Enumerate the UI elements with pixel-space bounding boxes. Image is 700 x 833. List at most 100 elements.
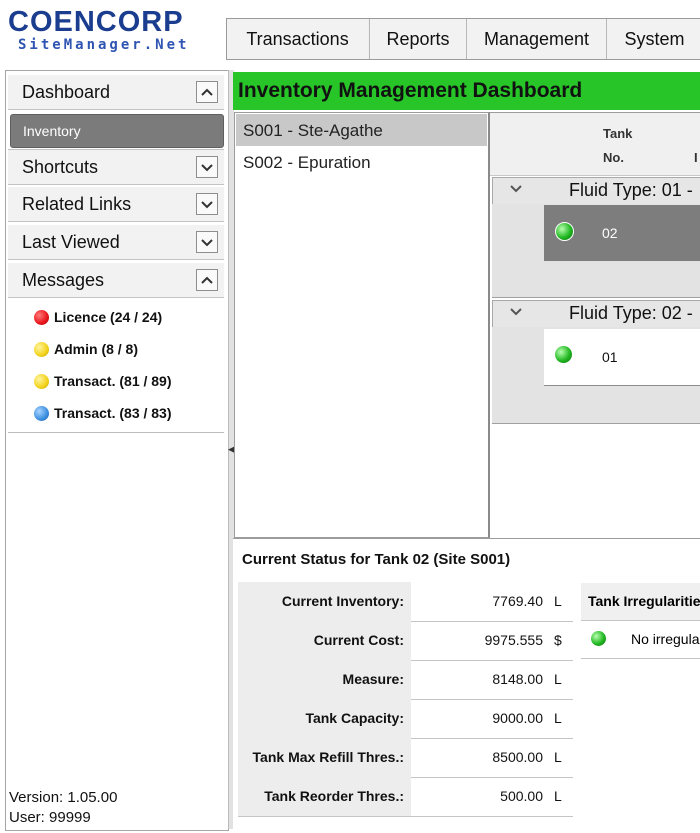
chevron-down-icon[interactable]: [509, 182, 523, 201]
status-dot-icon: [34, 406, 49, 421]
status-row: Measure: 8148.00 L: [238, 660, 573, 700]
column-header-next: I: [694, 150, 698, 165]
irregularities-row[interactable]: No irregularities: [581, 620, 700, 659]
irregularities-header-label: Tank Irregularities: [588, 593, 700, 609]
status-label-cell: Tank Capacity:: [238, 699, 411, 738]
status-row: Tank Reorder Thres.: 500.00 L: [238, 777, 573, 817]
menu-system[interactable]: System: [606, 19, 700, 59]
status-row: Current Inventory: 7769.40 L: [238, 582, 573, 622]
accordion-last-viewed-label: Last Viewed: [22, 232, 120, 252]
grid-header: Tank No. I: [490, 113, 700, 176]
message-label: Licence (24 / 24): [54, 309, 163, 325]
site-label: S001 - Ste-Agathe: [243, 121, 383, 140]
group-header-fluid-01[interactable]: Fluid Type: 01 -: [492, 177, 700, 205]
message-label: Transact. (81 / 89): [54, 373, 172, 389]
sidebar-item-inventory[interactable]: Inventory: [10, 114, 224, 148]
table-row-selected[interactable]: 02: [544, 205, 700, 261]
group-body: 01: [492, 327, 700, 424]
splitter-arrow-icon[interactable]: ◀: [228, 444, 235, 454]
table-row[interactable]: 01: [544, 329, 700, 386]
column-header-no: No.: [603, 150, 624, 165]
dashboard-title-bar: Inventory Management Dashboard: [233, 72, 700, 110]
user-text: User: 99999: [9, 809, 91, 826]
status-label-cell: Current Inventory:: [238, 582, 411, 621]
message-label: Admin (8 / 8): [54, 341, 139, 357]
accordion-last-viewed[interactable]: Last Viewed: [8, 225, 224, 260]
tank-grid: Tank No. I Fluid Type: 01 - 02 Fluid Typ…: [490, 112, 700, 537]
expand-icon[interactable]: [196, 156, 218, 178]
status-panel: Current Status for Tank 02 (Site S001) C…: [233, 538, 700, 830]
status-dot-icon: [34, 310, 49, 325]
status-title: Current Status for Tank 02 (Site S001): [242, 551, 511, 568]
status-value: 8500.00: [492, 749, 543, 765]
group-title: Fluid Type: 01 -: [569, 180, 693, 200]
status-value: 8148.00: [492, 671, 543, 687]
status-value: 9000.00: [492, 710, 543, 726]
tank-number: 01: [602, 349, 618, 365]
status-value: 500.00: [500, 788, 543, 804]
site-item-s001[interactable]: S001 - Ste-Agathe: [236, 114, 487, 146]
status-label-cell: Tank Reorder Thres.:: [238, 777, 411, 816]
status-label: Tank Reorder Thres.:: [264, 788, 404, 804]
expand-icon[interactable]: [196, 193, 218, 215]
site-label: S002 - Epuration: [243, 153, 371, 172]
irregularities-text: No irregularities: [631, 631, 700, 647]
accordion-messages[interactable]: Messages: [8, 263, 224, 298]
status-unit: L: [554, 710, 562, 726]
status-value: 7769.40: [492, 593, 543, 609]
status-unit: L: [554, 671, 562, 687]
status-value: 9975.555: [484, 632, 543, 648]
status-label: Current Cost:: [313, 632, 404, 648]
status-label: Tank Capacity:: [305, 710, 404, 726]
status-unit: $: [554, 632, 562, 648]
status-unit: L: [554, 788, 562, 804]
sidebar-item-label: Inventory: [23, 123, 81, 139]
collapse-icon[interactable]: [196, 81, 218, 103]
status-row: Tank Capacity: 9000.00 L: [238, 699, 573, 739]
accordion-shortcuts-label: Shortcuts: [22, 157, 99, 177]
collapse-icon[interactable]: [196, 269, 218, 291]
status-label-cell: Tank Max Refill Thres.:: [238, 738, 411, 777]
menu-transactions[interactable]: Transactions: [227, 19, 368, 59]
expand-icon[interactable]: [196, 231, 218, 253]
status-label: Current Inventory:: [281, 593, 404, 609]
group-title: Fluid Type: 02 -: [569, 303, 693, 323]
status-label: Measure:: [342, 671, 404, 687]
status-dot-icon: [34, 374, 49, 389]
messages-panel: Licence (24 / 24) Admin (8 / 8) Transact…: [8, 299, 224, 433]
status-label-cell: Measure:: [238, 660, 411, 699]
status-unit: L: [554, 593, 562, 609]
chevron-down-icon[interactable]: [509, 305, 523, 324]
page-title: Inventory Management Dashboard: [238, 79, 583, 102]
site-list: S001 - Ste-Agathe S002 - Epuration: [234, 112, 490, 538]
status-row: Tank Max Refill Thres.: 8500.00 L: [238, 738, 573, 778]
version-text: Version: 1.05.00: [9, 789, 118, 806]
accordion-dashboard[interactable]: Dashboard: [8, 75, 224, 110]
sidebar: Dashboard Inventory Shortcuts Related Li…: [5, 70, 229, 831]
accordion-shortcuts[interactable]: Shortcuts: [8, 149, 224, 185]
accordion-dashboard-label: Dashboard: [22, 82, 111, 102]
status-dot-icon: [555, 222, 574, 241]
accordion-messages-label: Messages: [22, 270, 105, 290]
tank-number: 02: [602, 225, 618, 241]
logo-subtext: SiteManager.Net: [18, 37, 190, 53]
status-row: Current Cost: 9975.555 $: [238, 621, 573, 661]
logo-text: COENCORP: [8, 6, 184, 38]
group-body: 02: [492, 204, 700, 298]
accordion-related-links[interactable]: Related Links: [8, 187, 224, 222]
status-unit: L: [554, 749, 562, 765]
status-dot-icon: [555, 346, 572, 363]
menu-reports[interactable]: Reports: [369, 19, 466, 59]
message-label: Transact. (83 / 83): [54, 405, 172, 421]
status-label: Tank Max Refill Thres.:: [252, 749, 404, 765]
status-label-cell: Current Cost:: [238, 621, 411, 660]
column-header-tank: Tank: [603, 126, 633, 141]
group-header-fluid-02[interactable]: Fluid Type: 02 -: [492, 300, 700, 328]
status-dot-icon: [34, 342, 49, 357]
irregularities-table: Tank Irregularities No irregularities: [581, 583, 700, 659]
menu-management[interactable]: Management: [466, 19, 606, 59]
irregularities-header: Tank Irregularities: [581, 583, 700, 621]
accordion-related-links-label: Related Links: [22, 194, 132, 214]
menu-bar: Transactions Reports Management System: [226, 18, 700, 60]
site-item-s002[interactable]: S002 - Epuration: [236, 146, 487, 178]
